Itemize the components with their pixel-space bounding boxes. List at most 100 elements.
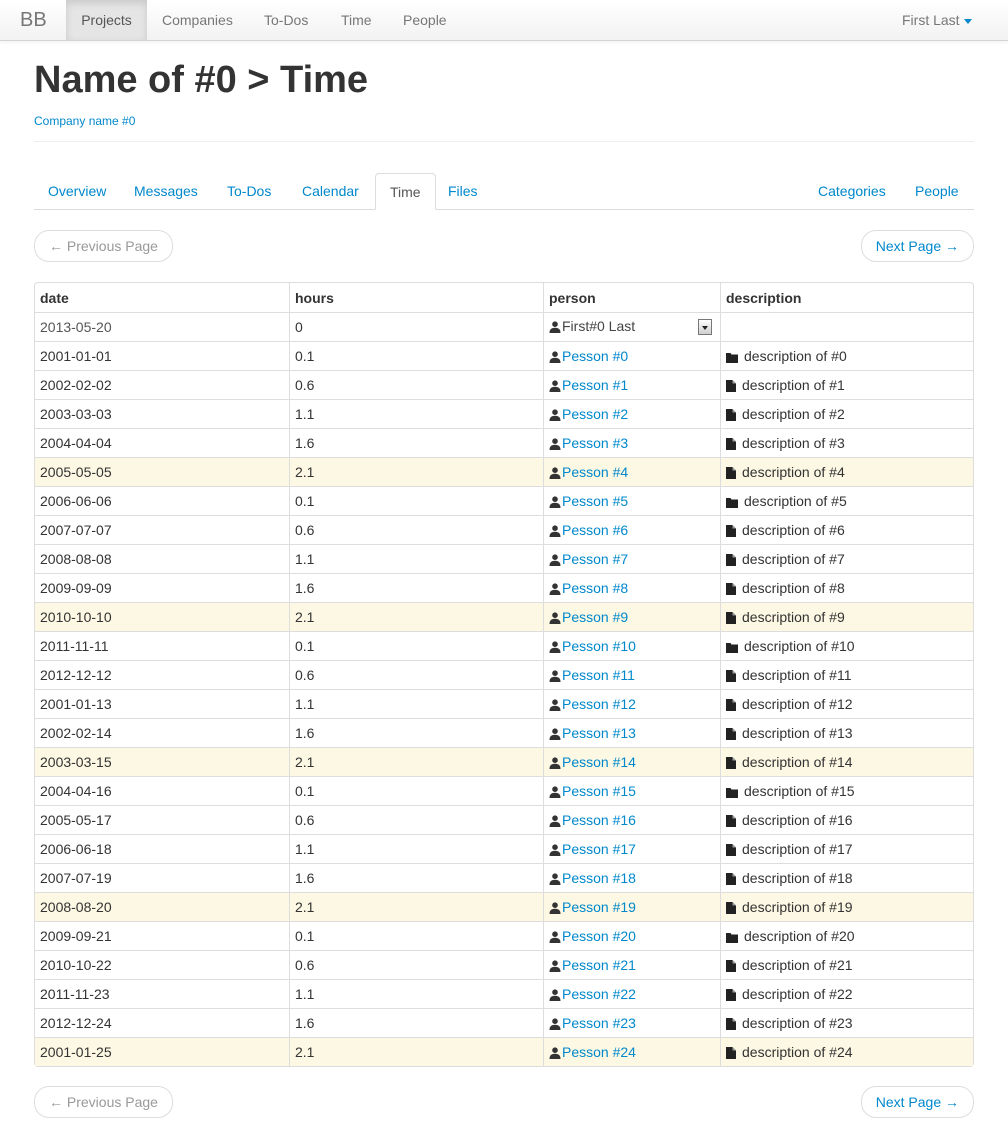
- new-entry-description[interactable]: [720, 312, 973, 341]
- entry-date: 2003-03-15: [35, 747, 289, 776]
- tab-calendar[interactable]: Calendar: [288, 173, 373, 210]
- entry-description: description of #1: [742, 377, 845, 393]
- entry-hours: 2.1: [289, 602, 543, 631]
- table-row: 2011-11-23 1.1 Pesson #22 description of #2…: [35, 979, 973, 1008]
- person-link[interactable]: Pesson #14: [562, 754, 636, 770]
- person-link[interactable]: Pesson #7: [562, 551, 628, 567]
- entry-description-cell: description of #2: [720, 399, 973, 428]
- person-link[interactable]: Pesson #13: [562, 725, 636, 741]
- tab-people[interactable]: People: [901, 173, 973, 210]
- person-link[interactable]: Pesson #22: [562, 986, 636, 1002]
- entry-person-cell: Pesson #16: [543, 805, 720, 834]
- next-page-button-bottom[interactable]: Next Page →: [860, 1086, 974, 1118]
- entry-date: 2008-08-08: [35, 544, 289, 573]
- person-link[interactable]: Pesson #4: [562, 464, 628, 480]
- person-link[interactable]: Pesson #24: [562, 1044, 636, 1060]
- table-row: 2007-07-07 0.6 Pesson #6 description of #6: [35, 515, 973, 544]
- company-link[interactable]: Company name #0: [34, 114, 135, 128]
- column-header-person: person: [543, 283, 720, 312]
- entry-person-cell: Pesson #2: [543, 399, 720, 428]
- file-icon: [726, 1018, 736, 1030]
- nav-item-todos[interactable]: To-Dos: [249, 0, 323, 40]
- user-icon: [549, 960, 561, 972]
- tab-files[interactable]: Files: [434, 173, 492, 210]
- person-link[interactable]: Pesson #0: [562, 348, 628, 364]
- entry-person-cell: Pesson #13: [543, 718, 720, 747]
- file-icon: [726, 989, 736, 1001]
- person-link[interactable]: Pesson #5: [562, 493, 628, 509]
- entry-description-cell: description of #22: [720, 979, 973, 1008]
- tab-overview[interactable]: Overview: [34, 173, 120, 210]
- tab-todos[interactable]: To-Dos: [213, 173, 285, 210]
- table-row: 2010-10-22 0.6 Pesson #21 description of #2…: [35, 950, 973, 979]
- person-link[interactable]: Pesson #19: [562, 899, 636, 915]
- entry-description: description of #12: [742, 696, 853, 712]
- next-page-button-top[interactable]: Next Page →: [860, 230, 974, 262]
- entry-hours: 1.1: [289, 689, 543, 718]
- folder-icon: [726, 933, 738, 943]
- entry-description-cell: description of #8: [720, 573, 973, 602]
- entry-description-cell: description of #15: [720, 776, 973, 805]
- nav-item-time[interactable]: Time: [326, 0, 387, 40]
- person-link[interactable]: Pesson #17: [562, 841, 636, 857]
- person-link[interactable]: Pesson #1: [562, 377, 628, 393]
- person-link[interactable]: Pesson #18: [562, 870, 636, 886]
- person-link[interactable]: Pesson #2: [562, 406, 628, 422]
- entry-person-cell: Pesson #22: [543, 979, 720, 1008]
- table-row: 2006-06-18 1.1 Pesson #17 description of #1…: [35, 834, 973, 863]
- person-link[interactable]: Pesson #21: [562, 957, 636, 973]
- table-row: 2001-01-01 0.1 Pesson #0 description of #0: [35, 341, 973, 370]
- entry-description: description of #13: [742, 725, 853, 741]
- entry-person-cell: Pesson #0: [543, 341, 720, 370]
- table-row: 2004-04-04 1.6 Pesson #3 description of #3: [35, 428, 973, 457]
- table-row: 2010-10-10 2.1 Pesson #9 description of #9: [35, 602, 973, 631]
- user-icon: [549, 641, 561, 653]
- user-icon: [549, 467, 561, 479]
- person-link[interactable]: Pesson #20: [562, 928, 636, 944]
- person-link[interactable]: Pesson #15: [562, 783, 636, 799]
- entry-date: 2005-05-05: [35, 457, 289, 486]
- entry-description-cell: description of #18: [720, 863, 973, 892]
- entry-description-cell: description of #12: [720, 689, 973, 718]
- entry-person-cell: Pesson #8: [543, 573, 720, 602]
- person-link[interactable]: Pesson #10: [562, 638, 636, 654]
- brand-logo[interactable]: BB: [20, 9, 47, 32]
- user-icon: [549, 931, 561, 943]
- nav-item-projects[interactable]: Projects: [66, 0, 147, 40]
- nav-item-people[interactable]: People: [388, 0, 462, 40]
- entry-description: description of #20: [744, 928, 855, 944]
- previous-page-button-bottom[interactable]: ← Previous Page: [34, 1086, 173, 1118]
- person-link[interactable]: Pesson #12: [562, 696, 636, 712]
- entry-person-cell: Pesson #24: [543, 1037, 720, 1066]
- person-link[interactable]: Pesson #8: [562, 580, 628, 596]
- user-menu[interactable]: First Last: [887, 0, 987, 40]
- tab-messages[interactable]: Messages: [120, 173, 212, 210]
- previous-page-button-top[interactable]: ← Previous Page: [34, 230, 173, 262]
- nav-item-companies[interactable]: Companies: [147, 0, 248, 40]
- new-entry-date[interactable]: 2013-05-20: [35, 312, 289, 341]
- table-row: 2008-08-08 1.1 Pesson #7 description of #7: [35, 544, 973, 573]
- tab-time[interactable]: Time: [375, 173, 436, 210]
- person-select[interactable]: First#0 Last: [549, 316, 715, 338]
- file-icon: [726, 438, 736, 450]
- user-icon: [549, 409, 561, 421]
- select-arrow-icon: [698, 319, 712, 335]
- person-link[interactable]: Pesson #11: [562, 667, 635, 683]
- entry-person-cell: Pesson #11: [543, 660, 720, 689]
- entry-date: 2001-01-25: [35, 1037, 289, 1066]
- entry-description: description of #6: [742, 522, 845, 538]
- person-link[interactable]: Pesson #6: [562, 522, 628, 538]
- person-link[interactable]: Pesson #9: [562, 609, 628, 625]
- entry-description: description of #18: [742, 870, 853, 886]
- person-link[interactable]: Pesson #23: [562, 1015, 636, 1031]
- entry-date: 2008-08-20: [35, 892, 289, 921]
- entry-hours: 1.6: [289, 1008, 543, 1037]
- column-header-description: description: [720, 283, 973, 312]
- user-icon: [549, 1018, 561, 1030]
- table-row: 2003-03-03 1.1 Pesson #2 description of #2: [35, 399, 973, 428]
- entry-hours: 0.6: [289, 805, 543, 834]
- person-link[interactable]: Pesson #3: [562, 435, 628, 451]
- new-entry-hours[interactable]: 0: [289, 312, 543, 341]
- person-link[interactable]: Pesson #16: [562, 812, 636, 828]
- tab-categories[interactable]: Categories: [804, 173, 900, 210]
